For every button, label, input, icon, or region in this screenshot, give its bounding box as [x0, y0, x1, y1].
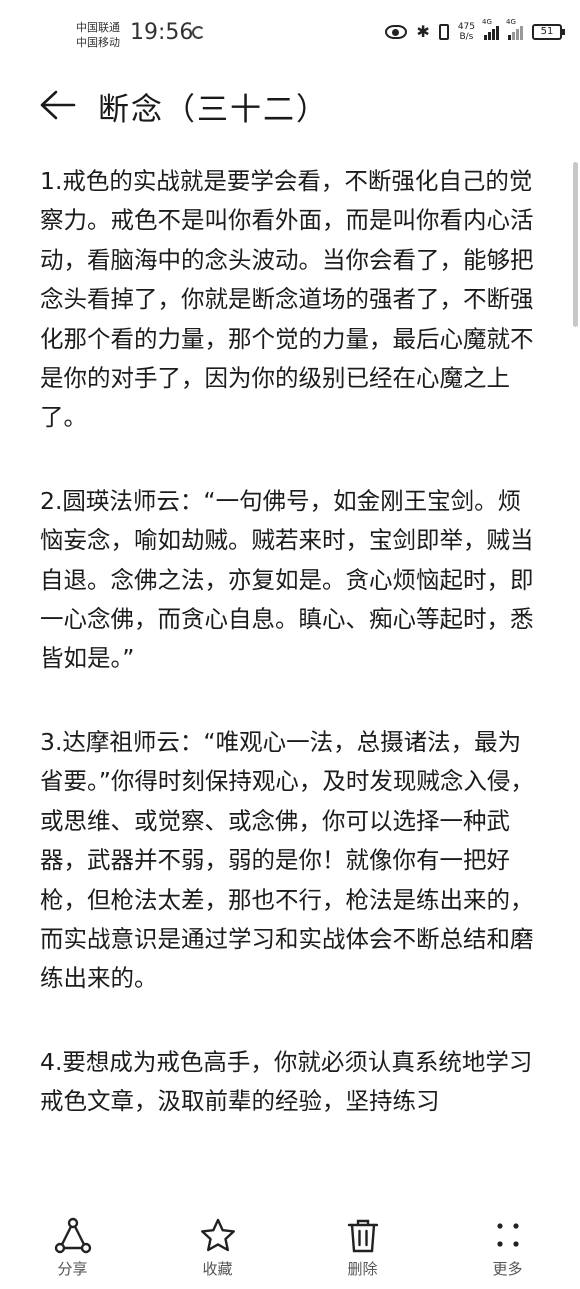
arrow-left-icon	[40, 90, 76, 120]
signal-2-icon: 4G	[506, 18, 523, 40]
more-label: 更多	[492, 1260, 523, 1278]
more-button[interactable]: 更多	[435, 1198, 580, 1289]
share-icon	[54, 1217, 91, 1254]
share-label: 分享	[57, 1260, 88, 1278]
status-bar: 中国联通 中国移动 19:56 ✱ 475 B/s 4G 4G 51	[0, 0, 580, 70]
scrollbar[interactable]	[573, 162, 578, 327]
network-speed-value: 475	[457, 22, 475, 32]
delete-label: 删除	[347, 1260, 378, 1278]
share-button[interactable]: 分享	[0, 1198, 145, 1289]
favorite-button[interactable]: 收藏	[145, 1198, 290, 1289]
article-paragraph-1: 1.戒色的实战就是要学会看，不断强化自己的觉察力。戒色不是叫你看外面，而是叫你看…	[40, 167, 534, 432]
status-time: 19:56	[130, 20, 194, 45]
network-speed-unit: B/s	[459, 32, 474, 42]
app-header: 断念（三十二）	[0, 78, 580, 138]
eye-comfort-icon	[385, 25, 408, 39]
carrier-1: 中国联通	[76, 21, 120, 34]
status-indicators: ✱ 475 B/s 4G 4G 51	[385, 18, 565, 42]
star-icon	[200, 1218, 235, 1252]
trash-icon	[347, 1219, 378, 1253]
article-paragraph-3: 3.达摩祖师云：“唯观心一法，总摄诸法，最为省要。”你得时刻保持观心，及时发现贼…	[40, 727, 534, 993]
favorite-label: 收藏	[202, 1260, 233, 1278]
article-paragraph-2: 2.圆瑛法师云：“一句佛号，如金刚王宝剑。烦恼妄念，喻如劫贼。贼若来时，宝剑即举…	[40, 486, 534, 673]
bottom-toolbar: 分享 收藏 删除 更多	[0, 1198, 580, 1289]
signal-1-icon: 4G	[482, 18, 499, 40]
signal-1-label: 4G	[482, 18, 492, 26]
more-icon	[496, 1223, 519, 1247]
signal-2-label: 4G	[506, 18, 516, 26]
battery-icon: 51	[532, 24, 565, 40]
bluetooth-icon: ✱	[416, 22, 430, 41]
vibrate-icon	[438, 24, 449, 40]
article-body: 1.戒色的实战就是要学会看，不断强化自己的觉察力。戒色不是叫你看外面，而是叫你看…	[40, 162, 540, 1198]
back-button[interactable]	[38, 88, 76, 122]
carrier-2: 中国移动	[76, 36, 120, 49]
article-paragraph-4: 4.要想成为戒色高手，你就必须认真系统地学习戒色文章，汲取前辈的经验，坚持练习	[40, 1047, 533, 1116]
page-title: 断念（三十二）	[98, 92, 329, 128]
sync-icon	[192, 26, 205, 39]
delete-button[interactable]: 删除	[290, 1198, 435, 1289]
carrier-info: 中国联通 中国移动	[76, 20, 120, 50]
network-speed: 475 B/s	[458, 22, 475, 42]
